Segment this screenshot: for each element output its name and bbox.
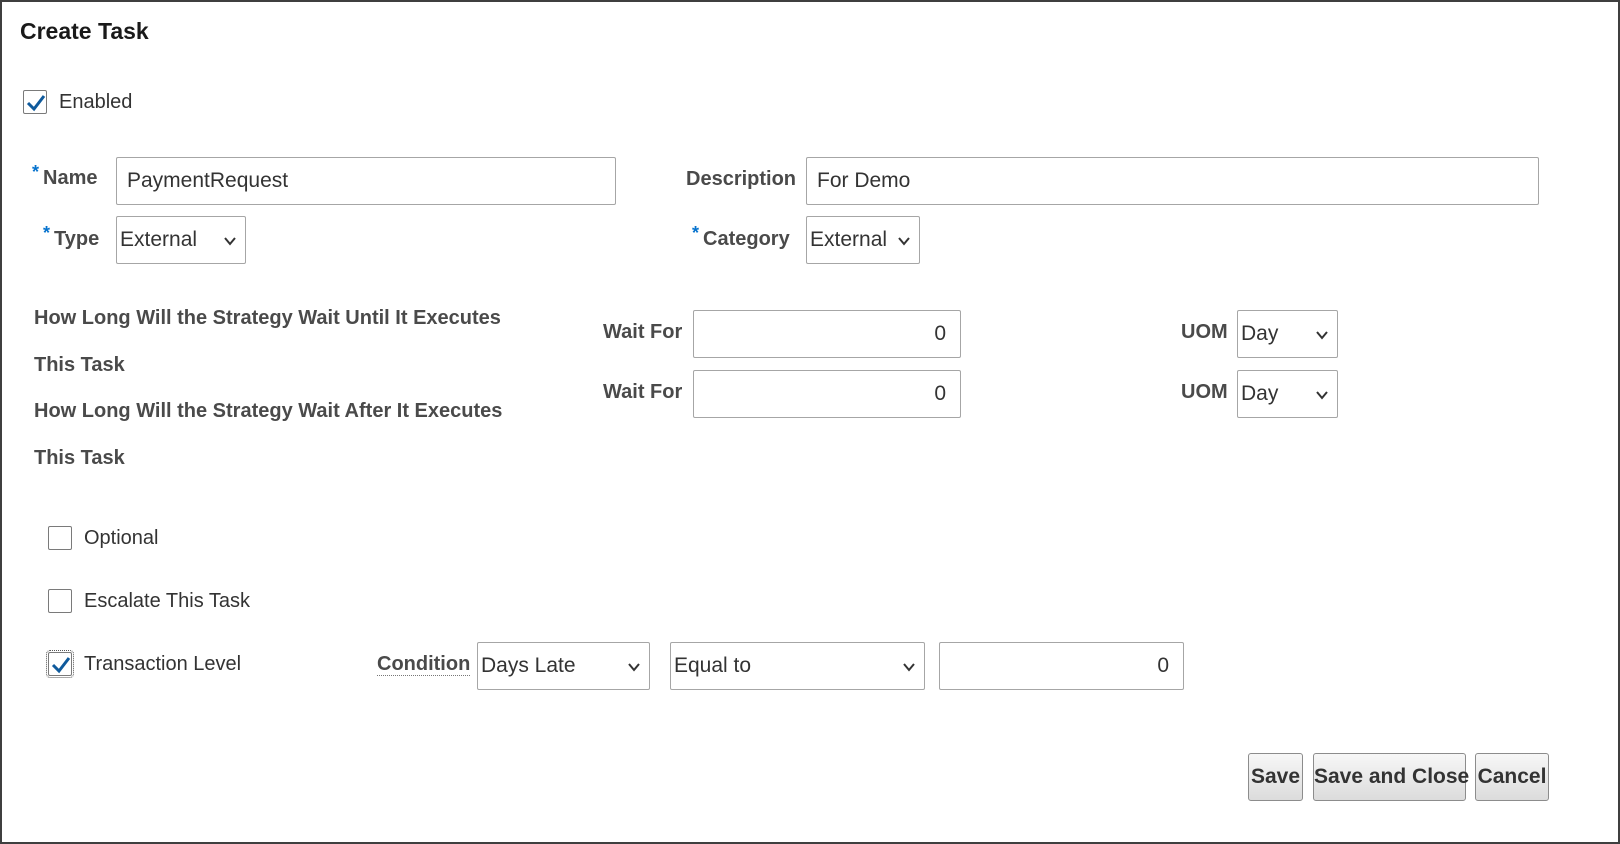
chevron-down-icon — [628, 663, 640, 672]
condition-label-text: Condition — [377, 653, 471, 676]
enabled-label: Enabled — [59, 91, 133, 113]
condition-amount-input[interactable]: 0 — [939, 642, 1184, 690]
optional-label: Optional — [84, 527, 159, 549]
condition-label: Condition — [377, 653, 471, 676]
wait-before-text-line1: How Long Will the Strategy Wait Until It… — [34, 307, 501, 329]
type-select-value: External — [120, 228, 198, 251]
type-select[interactable]: External — [116, 216, 246, 264]
type-label-text: Type — [54, 228, 100, 250]
condition-field-select[interactable]: Days Late — [477, 642, 650, 690]
name-label: * Name — [32, 162, 98, 190]
category-select-value: External — [810, 228, 888, 251]
checkmark-icon — [51, 657, 71, 674]
uom-before-select-value: Day — [1241, 322, 1279, 345]
chevron-down-icon — [1316, 331, 1328, 340]
save-and-close-button[interactable]: Save and Close — [1313, 753, 1469, 801]
uom-after-select-value: Day — [1241, 382, 1279, 405]
wait-after-text-line1: How Long Will the Strategy Wait After It… — [34, 400, 503, 422]
condition-operator-select[interactable]: Equal to — [670, 642, 925, 690]
save-button[interactable]: Save — [1248, 753, 1303, 801]
transaction-level-label: Transaction Level — [84, 653, 242, 675]
description-label: Description — [686, 168, 797, 190]
escalate-checkbox[interactable] — [48, 589, 72, 613]
wait-after-text-line2: This Task — [34, 447, 125, 469]
uom-after-select[interactable]: Day — [1237, 370, 1338, 418]
wait-before-input[interactable]: 0 — [693, 310, 961, 358]
condition-field-value: Days Late — [481, 654, 576, 677]
chevron-down-icon — [898, 237, 910, 246]
uom-before-select[interactable]: Day — [1237, 310, 1338, 358]
category-label: * Category — [692, 223, 790, 251]
name-label-text: Name — [43, 167, 98, 189]
create-task-dialog: Create Task Enabled * Name PaymentRequest… — [0, 0, 1620, 844]
chevron-down-icon — [903, 663, 915, 672]
cancel-button[interactable]: Cancel — [1475, 753, 1549, 801]
required-indicator: * — [32, 162, 40, 182]
required-indicator: * — [692, 223, 700, 243]
checkmark-icon — [26, 95, 46, 112]
description-input[interactable]: For Demo — [806, 157, 1539, 205]
uom-after-label: UOM — [1181, 381, 1228, 403]
condition-operator-value: Equal to — [674, 654, 752, 677]
escalate-label: Escalate This Task — [84, 590, 251, 612]
chevron-down-icon — [1316, 391, 1328, 400]
wait-before-label: Wait For — [603, 321, 683, 343]
wait-after-label: Wait For — [603, 381, 683, 403]
wait-before-text-line2: This Task — [34, 354, 125, 376]
name-input[interactable]: PaymentRequest — [116, 157, 616, 205]
enabled-checkbox[interactable] — [23, 90, 47, 114]
chevron-down-icon — [224, 237, 236, 246]
optional-checkbox[interactable] — [48, 526, 72, 550]
transaction-level-checkbox[interactable] — [46, 650, 74, 678]
required-indicator: * — [43, 223, 51, 243]
wait-after-input[interactable]: 0 — [693, 370, 961, 418]
dialog-title: Create Task — [20, 18, 149, 44]
category-label-text: Category — [703, 228, 790, 250]
type-label: * Type — [43, 223, 100, 251]
category-select[interactable]: External — [806, 216, 920, 264]
uom-before-label: UOM — [1181, 321, 1228, 343]
